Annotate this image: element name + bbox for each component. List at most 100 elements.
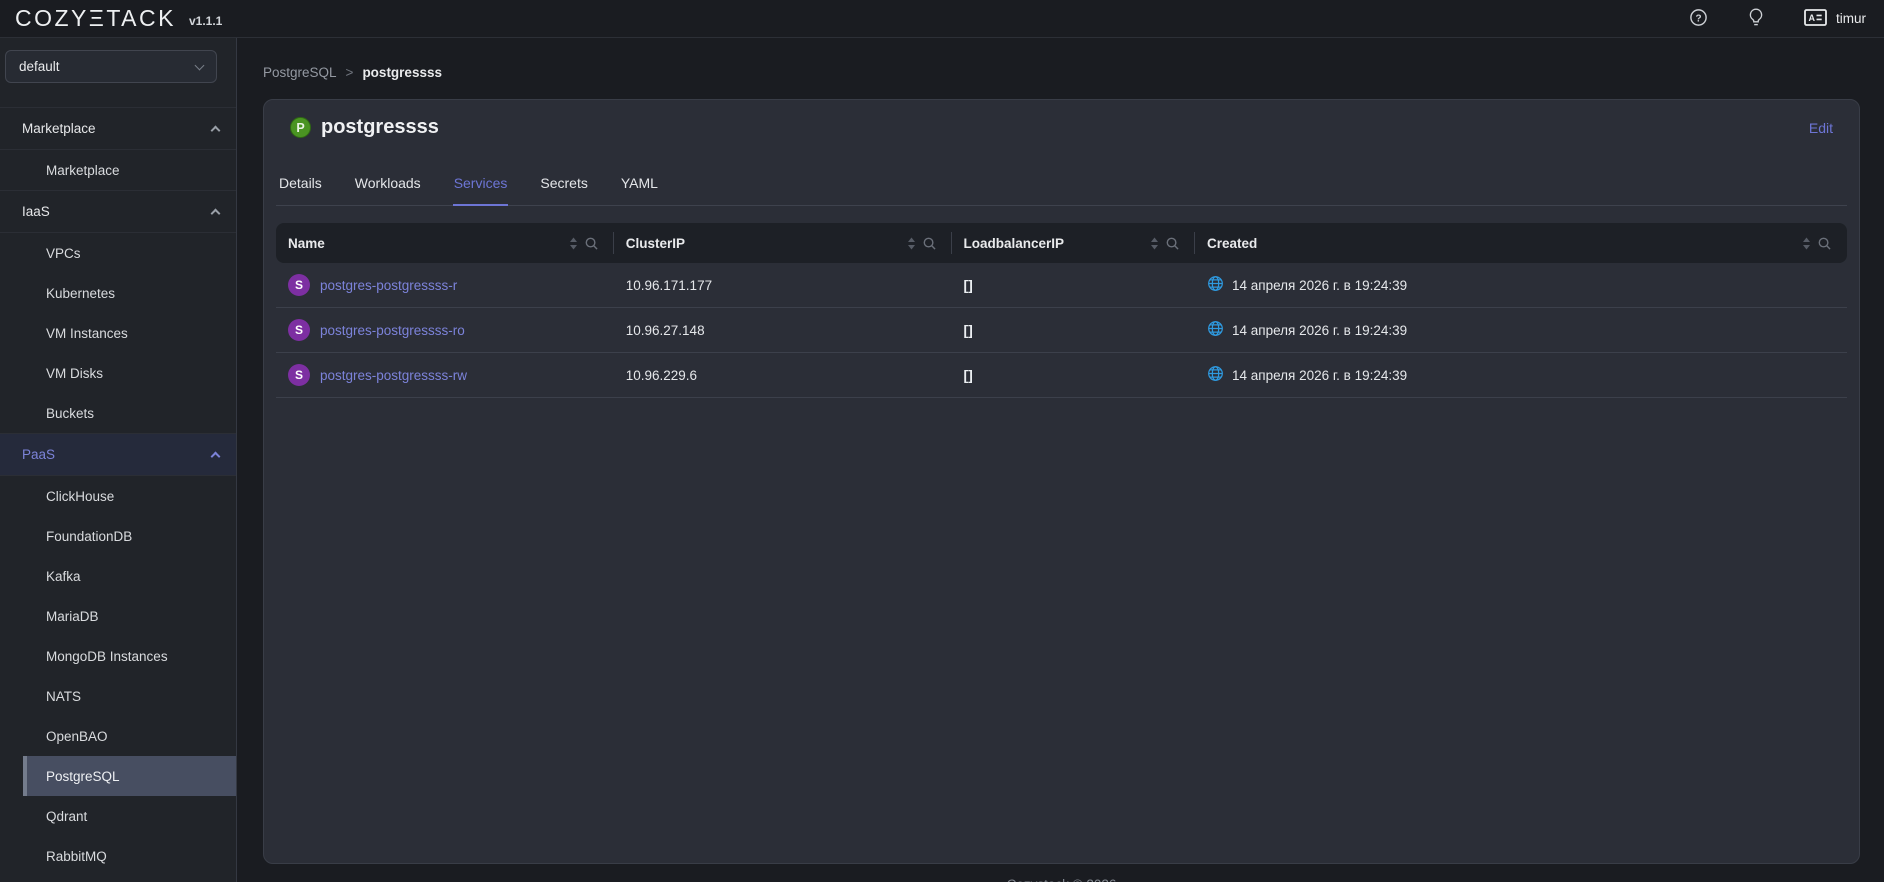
sidebar-section-marketplace[interactable]: Marketplace xyxy=(0,107,236,150)
chevron-up-icon xyxy=(210,208,221,219)
loadbalancer-ip-value: [] xyxy=(963,322,973,338)
sidebar-item-label: Qdrant xyxy=(46,808,88,824)
svg-text:?: ? xyxy=(1695,13,1701,24)
tab-services[interactable]: Services xyxy=(452,175,509,206)
sidebar-item-label: NATS xyxy=(46,688,82,704)
globe-icon xyxy=(1207,275,1224,295)
sidebar-item-label: Kafka xyxy=(46,568,81,584)
sidebar-item-label: PostgreSQL xyxy=(46,768,120,784)
sidebar-item-vm-instances[interactable]: VM Instances xyxy=(23,313,236,353)
sidebar-item-buckets[interactable]: Buckets xyxy=(23,393,236,433)
sidebar-item-mongodb-instances[interactable]: MongoDB Instances xyxy=(23,636,236,676)
sidebar-item-label: ClickHouse xyxy=(46,488,115,504)
breadcrumb: PostgreSQL > postgressss xyxy=(263,65,1860,80)
tab-yaml[interactable]: YAML xyxy=(620,175,659,206)
sidebar-item-mariadb[interactable]: MariaDB xyxy=(23,596,236,636)
column-label: Created xyxy=(1207,235,1258,251)
created-timestamp: 14 апреля 2026 г. в 19:24:39 xyxy=(1232,277,1408,293)
sidebar-item-postgresql[interactable]: PostgreSQL xyxy=(23,756,236,796)
chevron-up-icon xyxy=(210,451,221,462)
breadcrumb-separator: > xyxy=(345,65,354,80)
sidebar-item-label: Kubernetes xyxy=(46,285,116,301)
username-label: timur xyxy=(1836,11,1866,26)
search-icon[interactable] xyxy=(585,237,598,250)
edit-button[interactable]: Edit xyxy=(1809,120,1833,136)
table-header: Name ClusterIP LoadbalancerIP Created xyxy=(276,223,1847,263)
id-card-icon: A xyxy=(1804,8,1827,29)
sort-icon[interactable] xyxy=(907,237,916,250)
service-badge: S xyxy=(288,319,310,341)
globe-icon xyxy=(1207,365,1224,385)
column-header-created[interactable]: Created xyxy=(1195,223,1847,263)
help-icon: ? xyxy=(1689,8,1708,30)
sidebar-section-paas[interactable]: PaaS xyxy=(0,433,236,476)
table-row: S postgres-postgressss-ro 10.96.27.148 [… xyxy=(276,308,1847,353)
sidebar-item-nats[interactable]: NATS xyxy=(23,676,236,716)
tab-secrets[interactable]: Secrets xyxy=(539,175,588,206)
service-badge: S xyxy=(288,364,310,386)
table-row: S postgres-postgressss-rw 10.96.229.6 []… xyxy=(276,353,1847,398)
column-header-name[interactable]: Name xyxy=(276,223,614,263)
sidebar-item-label: VM Instances xyxy=(46,325,128,341)
help-button[interactable]: ? xyxy=(1689,8,1708,30)
sidebar-section-iaas[interactable]: IaaS xyxy=(0,190,236,233)
sidebar-item-label: MariaDB xyxy=(46,608,99,624)
postgres-app-icon: P xyxy=(290,117,311,138)
sidebar-item-kubernetes[interactable]: Kubernetes xyxy=(23,273,236,313)
workspace-select[interactable]: default xyxy=(5,50,217,83)
sidebar-item-marketplace[interactable]: Marketplace xyxy=(23,150,236,190)
sidebar-item-foundationdb[interactable]: FoundationDB xyxy=(23,516,236,556)
section-label: IaaS xyxy=(22,204,50,219)
sidebar-item-label: FoundationDB xyxy=(46,528,133,544)
service-badge: S xyxy=(288,274,310,296)
sort-icon[interactable] xyxy=(1802,237,1811,250)
service-name-link[interactable]: postgres-postgressss-rw xyxy=(320,368,467,383)
column-label: ClusterIP xyxy=(625,235,686,251)
column-header-clusterip[interactable]: ClusterIP xyxy=(614,223,952,263)
search-icon[interactable] xyxy=(923,237,936,250)
sidebar-item-label: OpenBAO xyxy=(46,728,108,744)
search-icon[interactable] xyxy=(1818,237,1831,250)
created-timestamp: 14 апреля 2026 г. в 19:24:39 xyxy=(1232,322,1408,338)
sidebar-item-clickhouse[interactable]: ClickHouse xyxy=(23,476,236,516)
svg-text:A: A xyxy=(1809,13,1816,23)
user-menu[interactable]: A timur xyxy=(1804,8,1866,29)
footer-copyright: Cozystack © 2026 xyxy=(263,877,1860,882)
app-logo[interactable]: COZYΞTACK xyxy=(15,5,176,32)
sidebar: default Marketplace Marketplace IaaS VPC… xyxy=(0,38,237,882)
sidebar-item-qdrant[interactable]: Qdrant xyxy=(23,796,236,836)
sidebar-item-kafka[interactable]: Kafka xyxy=(23,556,236,596)
column-label: LoadbalancerIP xyxy=(963,235,1065,251)
sidebar-item-label: Buckets xyxy=(46,405,95,421)
search-icon[interactable] xyxy=(1166,237,1179,250)
column-label: Name xyxy=(288,235,325,251)
sidebar-item-rabbitmq[interactable]: RabbitMQ xyxy=(23,836,236,876)
sidebar-item-vm-disks[interactable]: VM Disks xyxy=(23,353,236,393)
sidebar-item-openbao[interactable]: OpenBAO xyxy=(23,716,236,756)
tab-details[interactable]: Details xyxy=(278,175,323,206)
section-label: Marketplace xyxy=(22,121,96,136)
chevron-up-icon xyxy=(210,125,221,136)
service-name-link[interactable]: postgres-postgressss-ro xyxy=(320,323,465,338)
sort-icon[interactable] xyxy=(569,237,578,250)
created-timestamp: 14 апреля 2026 г. в 19:24:39 xyxy=(1232,367,1408,383)
lightbulb-icon xyxy=(1748,7,1764,30)
breadcrumb-current: postgressss xyxy=(362,65,442,80)
topbar: COZYΞTACK v1.1.1 ? A timur xyxy=(0,0,1884,38)
chevron-down-icon xyxy=(194,60,205,70)
column-header-loadbalancerip[interactable]: LoadbalancerIP xyxy=(952,223,1196,263)
theme-toggle-button[interactable] xyxy=(1748,7,1764,30)
section-label: PaaS xyxy=(22,447,56,462)
sidebar-item-vpcs[interactable]: VPCs xyxy=(23,233,236,273)
sidebar-item-label: RabbitMQ xyxy=(46,848,107,864)
loadbalancer-ip-value: [] xyxy=(963,277,973,293)
cluster-ip-value: 10.96.27.148 xyxy=(625,322,705,338)
sort-icon[interactable] xyxy=(1150,237,1159,250)
breadcrumb-parent-link[interactable]: PostgreSQL xyxy=(263,65,337,80)
sidebar-item-label: VPCs xyxy=(46,245,81,261)
resource-card: P postgressss Edit Details Workloads Ser… xyxy=(263,99,1860,864)
service-name-link[interactable]: postgres-postgressss-r xyxy=(320,278,457,293)
workspace-select-value: default xyxy=(19,59,60,74)
cluster-ip-value: 10.96.229.6 xyxy=(625,367,698,383)
tab-workloads[interactable]: Workloads xyxy=(354,175,422,206)
